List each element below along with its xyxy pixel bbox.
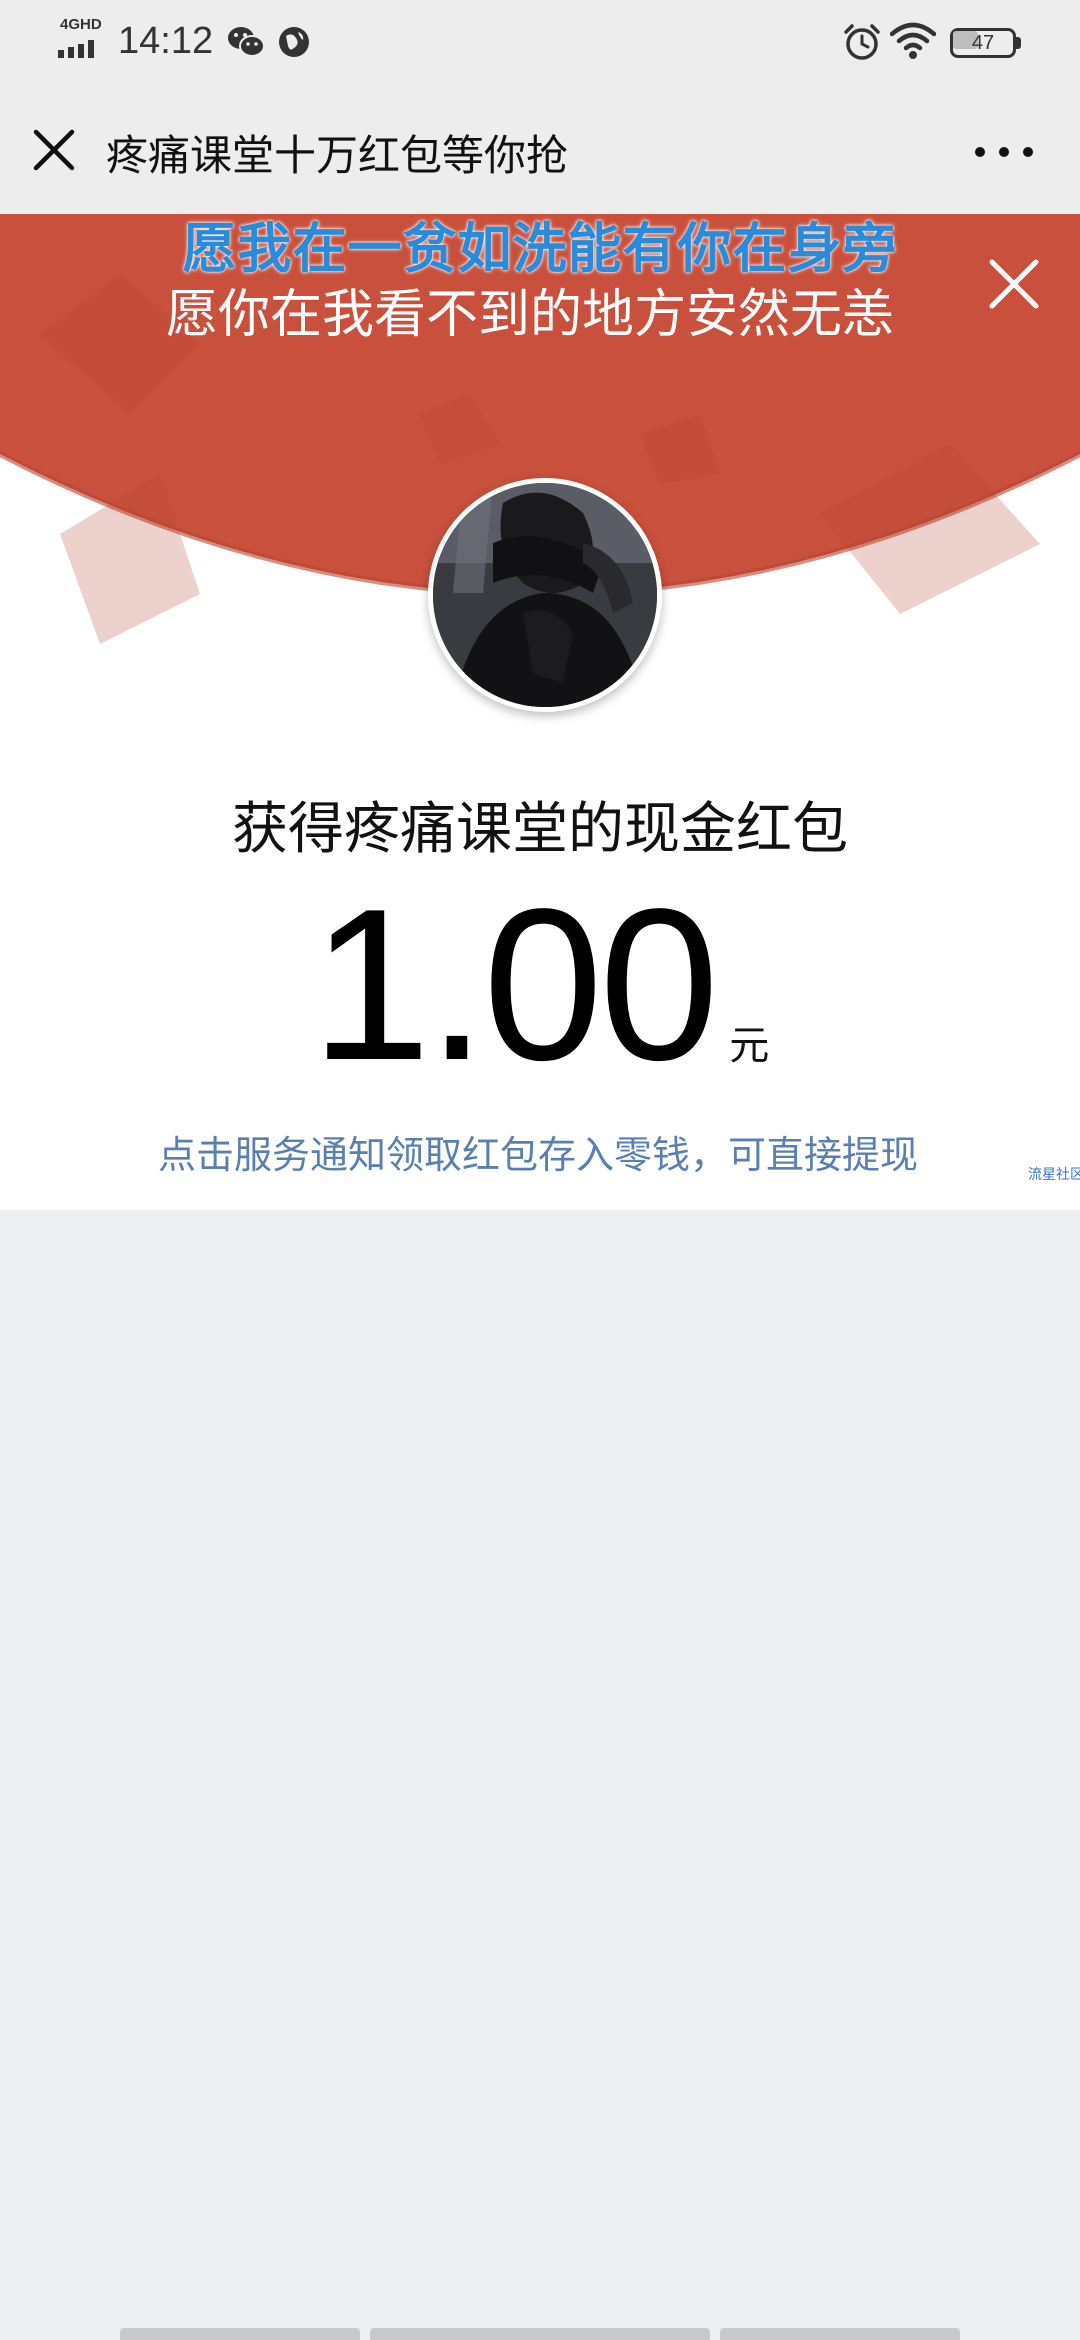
close-packet-icon[interactable]: [984, 254, 1044, 314]
bottom-handle: [120, 2328, 960, 2340]
more-options-icon[interactable]: [968, 134, 1048, 170]
watermark: 流星社区: [1028, 1167, 1080, 1183]
wechat-icon: [228, 27, 265, 57]
status-bar: 4GHD 14:12 47: [0, 0, 1080, 84]
wifi-icon: [890, 22, 936, 59]
received-from-text: 获得疼痛课堂的现金红包: [232, 797, 848, 862]
network-type: 4GHD: [60, 16, 102, 33]
page-title: 疼痛课堂十万红包等你抢: [106, 131, 569, 180]
packet-card: 获得疼痛课堂的现金红包 1.00 元 点击服务通知领取红包存入零钱，可直接提现 流…: [0, 744, 1080, 1210]
claim-instructions-link[interactable]: 点击服务通知领取红包存入零钱，可直接提现: [0, 1124, 1080, 1179]
battery-percent: 47: [971, 32, 995, 54]
banner-line-2: 愿你在我看不到的地方安然无恙: [165, 285, 894, 345]
nav-bar: 疼痛课堂十万红包等你抢: [0, 84, 1080, 214]
amount-unit: 元: [729, 1023, 770, 1069]
battery-indicator: 47: [950, 28, 1022, 58]
avatar-image: [433, 483, 657, 707]
alarm-icon: [844, 24, 880, 60]
packet-amount: 1.00: [310, 863, 719, 1105]
signal-icon: [58, 40, 94, 58]
sender-avatar: [428, 478, 662, 712]
browser-icon: [279, 27, 309, 57]
close-icon[interactable]: [30, 126, 78, 174]
status-time: 14:12: [118, 20, 214, 62]
amount-row: 1.00 元: [0, 874, 1080, 1094]
